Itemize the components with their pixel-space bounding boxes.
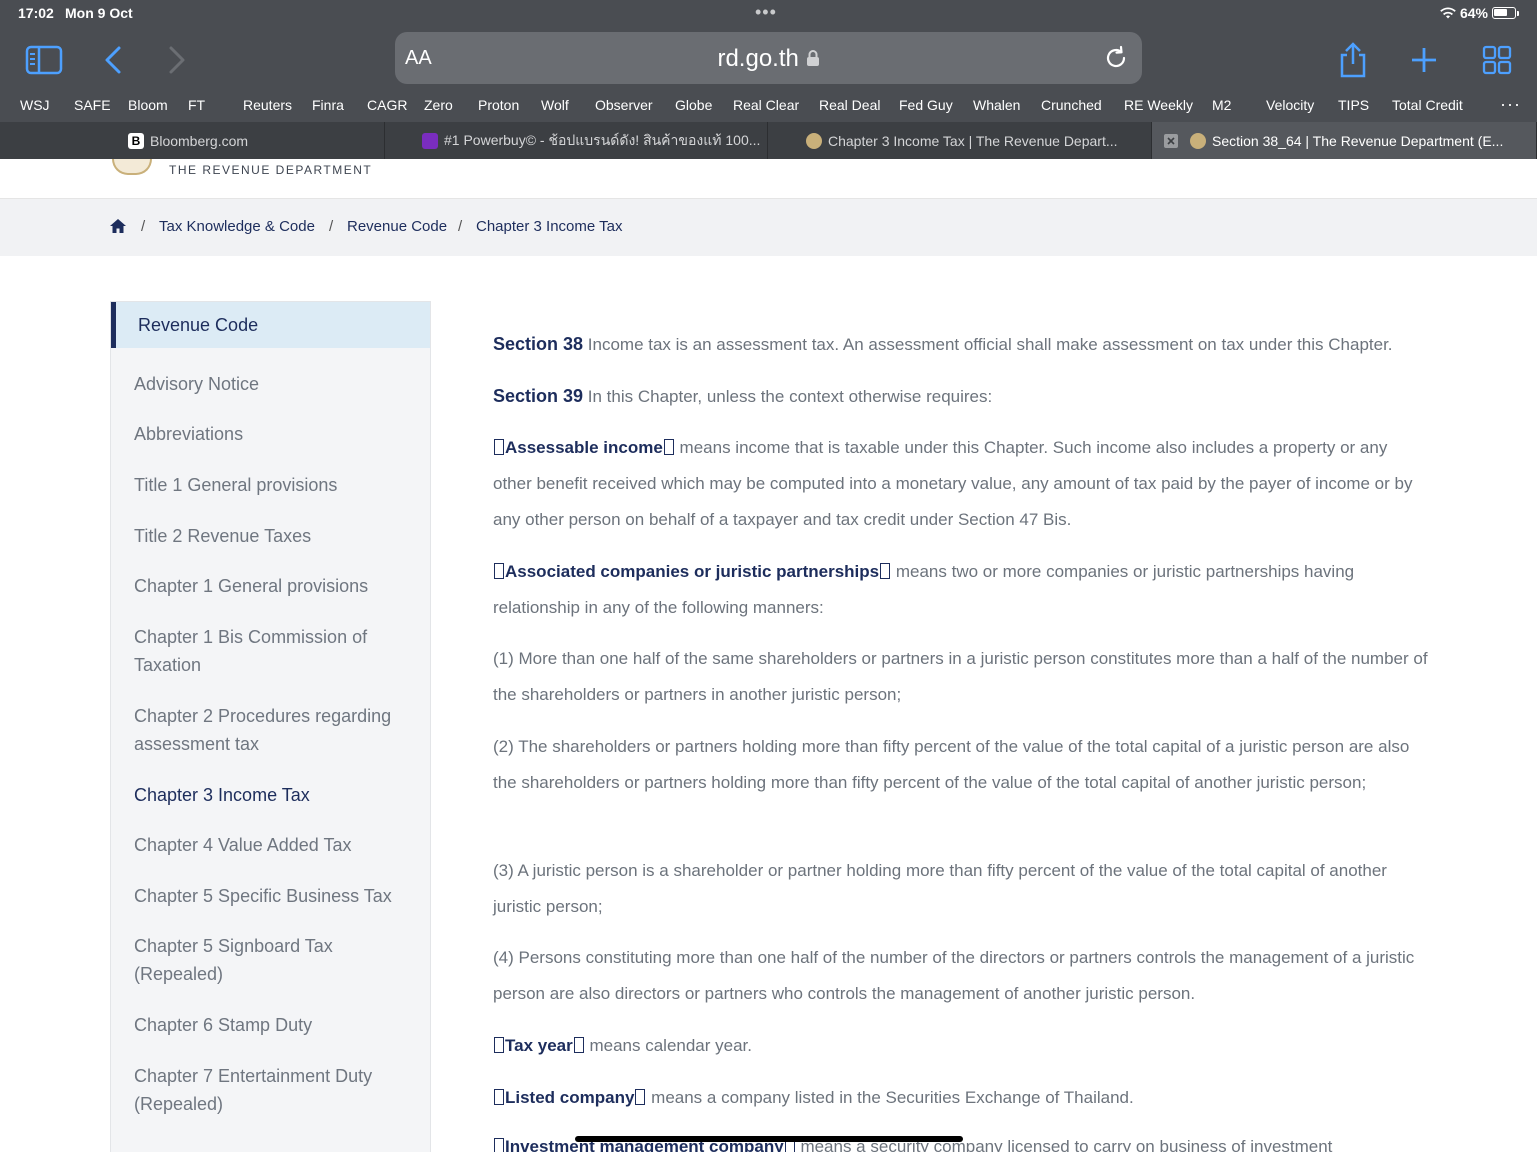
breadcrumb: / Tax Knowledge & Code / Revenue Code / … [0,199,1537,256]
tab-title: Chapter 3 Income Tax | The Revenue Depar… [828,132,1118,149]
bloomberg-favicon-icon: B [128,132,144,149]
back-icon[interactable] [93,40,133,80]
definition-listed-company: Listed company means a company listed in… [493,1080,1428,1116]
sidebar-item-abbreviations[interactable]: Abbreviations [134,420,419,448]
sidebar-item-chapter-1-bis[interactable]: Chapter 1 Bis Commission of Taxation [134,623,419,679]
bookmark-item[interactable]: Real Deal [819,97,880,113]
url-text: rd.go.th [395,45,1142,73]
bookmark-item[interactable]: CAGR [367,97,407,113]
bookmark-item[interactable]: WSJ [20,97,50,113]
close-tab-icon[interactable] [1164,133,1178,148]
sidebar-item-chapter-3[interactable]: Chapter 3 Income Tax [134,781,419,809]
sidebar-item-title-1[interactable]: Title 1 General provisions [134,471,419,499]
bookmark-item[interactable]: Real Clear [733,97,799,113]
home-icon[interactable] [109,218,127,234]
lock-icon [806,50,819,66]
department-name: THE REVENUE DEPARTMENT [169,163,373,177]
status-time: 17:02 [18,5,54,21]
sidebar-item-chapter-1[interactable]: Chapter 1 General provisions [134,572,419,600]
share-icon[interactable] [1333,40,1373,80]
definition-term: Assessable income [505,438,663,457]
breadcrumb-chapter-3[interactable]: Chapter 3 Income Tax [476,218,622,235]
breadcrumb-tax-knowledge[interactable]: Tax Knowledge & Code [159,218,315,235]
bookmark-item[interactable]: Zero [424,97,453,113]
bookmark-item[interactable]: M2 [1212,97,1231,113]
tab-powerbuy[interactable]: #1 Powerbuy© - ช้อปแบรนด์ดัง! สินค้าของแ… [385,122,768,159]
revenue-favicon-icon [806,132,822,149]
bookmark-item[interactable]: RE Weekly [1124,97,1193,113]
battery-icon [1492,7,1516,19]
bookmark-item[interactable]: Globe [675,97,712,113]
sidebar-item-title-2[interactable]: Title 2 Revenue Taxes [134,522,419,550]
sidebar-toggle-icon[interactable] [24,40,64,80]
tab-bar: B Bloomberg.com #1 Powerbuy© - ช้อปแบรนด… [0,122,1537,159]
list-item: (1) More than one half of the same share… [493,649,1428,704]
bookmark-item[interactable]: Crunched [1041,97,1102,113]
section-38: Section 38 Income tax is an assessment t… [493,334,1393,354]
site-header: THE REVENUE DEPARTMENT [0,159,1537,199]
bookmark-item[interactable]: Reuters [243,97,292,113]
bookmarks-bar: WSJ SAFE Bloom FT Reuters Finra CAGR Zer… [0,94,1537,116]
breadcrumb-revenue-code[interactable]: Revenue Code [347,218,447,235]
sidebar-item-chapter-4[interactable]: Chapter 4 Value Added Tax [134,831,419,859]
bookmark-item[interactable]: TIPS [1338,97,1369,113]
powerbuy-favicon-icon [422,132,438,149]
bookmark-item[interactable]: Finra [312,97,344,113]
status-right: 64% [1440,5,1519,21]
tab-chapter-3[interactable]: Chapter 3 Income Tax | The Revenue Depar… [768,122,1152,159]
section-label: Section 38 [493,334,584,354]
definition-term: Tax year [505,1036,573,1055]
definition-term: Associated companies or juristic partner… [505,562,880,581]
definition-assessable-income: Assessable income means income that is t… [493,438,1413,529]
tab-title: Section 38_64 | The Revenue Department (… [1212,132,1504,149]
revenue-code-sidebar: Revenue Code Advisory Notice Abbreviatio… [110,301,431,1152]
tab-bloomberg[interactable]: B Bloomberg.com [0,122,385,159]
forward-icon[interactable] [157,40,197,80]
home-indicator[interactable] [575,1136,963,1142]
wifi-icon [1440,7,1456,19]
definition-tax-year: Tax year means calendar year. [493,1028,1428,1064]
sidebar-heading[interactable]: Revenue Code [111,302,430,348]
sidebar-item-chapter-2[interactable]: Chapter 2 Procedures regarding assessmen… [134,702,419,758]
reload-icon[interactable] [1102,44,1130,72]
bookmark-item[interactable]: Bloom [128,97,168,113]
list-item: (4) Persons constituting more than one h… [493,948,1415,1003]
browser-chrome: 17:02 Mon 9 Oct ••• 64% AA rd.go.th WSJ [0,0,1537,159]
status-date: Mon 9 Oct [65,5,133,21]
address-bar[interactable]: AA rd.go.th [395,32,1142,84]
bookmark-item[interactable]: Total Credit [1392,97,1463,113]
battery-percent: 64% [1459,5,1488,21]
bookmark-item[interactable]: Whalen [973,97,1020,113]
bookmark-item[interactable]: Fed Guy [899,97,953,113]
definition-associated-companies: Associated companies or juristic partner… [493,562,1355,617]
sidebar-item-advisory-notice[interactable]: Advisory Notice [134,370,419,398]
section-label: Section 39 [493,386,584,406]
bookmark-item[interactable]: Observer [595,97,653,113]
definition-term: Listed company [505,1088,635,1107]
bookmark-item[interactable]: Velocity [1266,97,1314,113]
revenue-favicon-icon [1190,132,1206,149]
status-bar: 17:02 Mon 9 Oct ••• 64% [0,0,1537,26]
section-39: Section 39 In this Chapter, unless the c… [493,386,993,406]
bookmark-item[interactable]: FT [188,97,205,113]
more-bookmarks-icon[interactable]: ··· [1500,94,1521,115]
bookmark-item[interactable]: SAFE [74,97,111,113]
list-item: (2) The shareholders or partners holding… [493,737,1410,792]
bookmark-item[interactable]: Wolf [541,97,569,113]
tab-title: Bloomberg.com [150,132,249,149]
revenue-department-logo[interactable] [112,159,152,175]
sidebar-item-chapter-7[interactable]: Chapter 7 Entertainment Duty (Repealed) [134,1062,419,1118]
tab-overview-icon[interactable] [1477,40,1517,80]
new-tab-icon[interactable] [1404,40,1444,80]
bookmark-item[interactable]: Proton [478,97,519,113]
tab-title: #1 Powerbuy© - ช้อปแบรนด์ดัง! สินค้าของแ… [444,131,761,148]
list-item: (3) A juristic person is a shareholder o… [493,861,1387,916]
multitasking-dots-icon[interactable]: ••• [755,2,777,23]
sidebar-item-chapter-6[interactable]: Chapter 6 Stamp Duty [134,1011,419,1039]
tab-section-38-64[interactable]: Section 38_64 | The Revenue Department (… [1152,122,1537,159]
sidebar-item-chapter-5-signboard[interactable]: Chapter 5 Signboard Tax (Repealed) [134,932,419,988]
sidebar-item-chapter-5-sbt[interactable]: Chapter 5 Specific Business Tax [134,882,419,910]
